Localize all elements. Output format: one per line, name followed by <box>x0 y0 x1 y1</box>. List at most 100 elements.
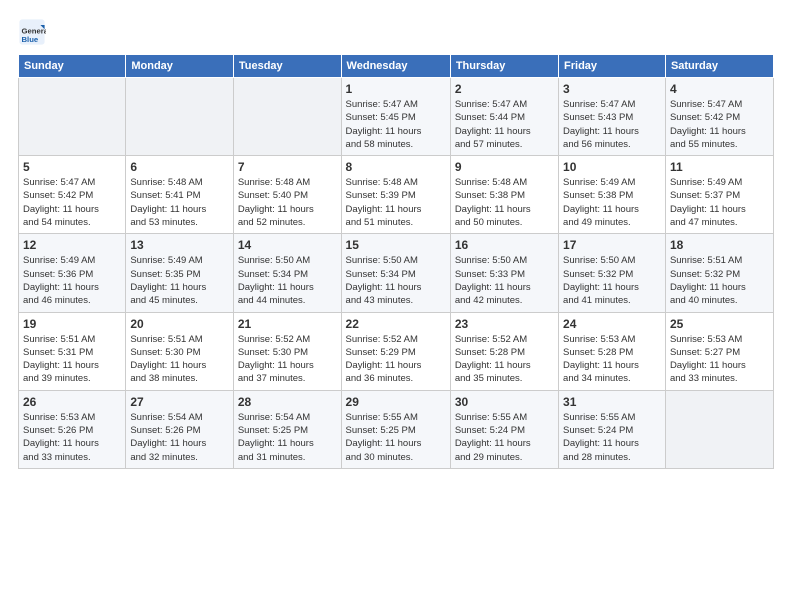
day-number: 9 <box>455 160 554 174</box>
day-number: 2 <box>455 82 554 96</box>
day-info: Sunrise: 5:54 AM Sunset: 5:26 PM Dayligh… <box>130 411 229 464</box>
day-number: 10 <box>563 160 661 174</box>
day-info: Sunrise: 5:52 AM Sunset: 5:29 PM Dayligh… <box>346 333 446 386</box>
day-cell: 30 Sunrise: 5:55 AM Sunset: 5:24 PM Dayli… <box>450 390 558 468</box>
day-number: 7 <box>238 160 337 174</box>
day-number: 13 <box>130 238 229 252</box>
day-number: 11 <box>670 160 769 174</box>
day-cell: 27 Sunrise: 5:54 AM Sunset: 5:26 PM Dayli… <box>126 390 234 468</box>
day-cell: 2 Sunrise: 5:47 AM Sunset: 5:44 PM Daylig… <box>450 78 558 156</box>
day-number: 18 <box>670 238 769 252</box>
week-row-4: 26 Sunrise: 5:53 AM Sunset: 5:26 PM Dayli… <box>19 390 774 468</box>
day-cell <box>19 78 126 156</box>
svg-text:General: General <box>22 26 47 35</box>
day-number: 30 <box>455 395 554 409</box>
day-info: Sunrise: 5:55 AM Sunset: 5:24 PM Dayligh… <box>563 411 661 464</box>
col-header-friday: Friday <box>559 55 666 78</box>
day-info: Sunrise: 5:51 AM Sunset: 5:31 PM Dayligh… <box>23 333 121 386</box>
day-info: Sunrise: 5:47 AM Sunset: 5:44 PM Dayligh… <box>455 98 554 151</box>
day-cell: 26 Sunrise: 5:53 AM Sunset: 5:26 PM Dayli… <box>19 390 126 468</box>
day-cell: 12Sunrise: 5:49 AM Sunset: 5:36 PM Dayli… <box>19 234 126 312</box>
day-number: 27 <box>130 395 229 409</box>
day-number: 5 <box>23 160 121 174</box>
day-number: 22 <box>346 317 446 331</box>
day-cell: 31 Sunrise: 5:55 AM Sunset: 5:24 PM Dayli… <box>559 390 666 468</box>
day-cell: 4 Sunrise: 5:47 AM Sunset: 5:42 PM Daylig… <box>665 78 773 156</box>
day-info: Sunrise: 5:47 AM Sunset: 5:43 PM Dayligh… <box>563 98 661 151</box>
day-info: Sunrise: 5:47 AM Sunset: 5:45 PM Dayligh… <box>346 98 446 151</box>
day-cell: 19 Sunrise: 5:51 AM Sunset: 5:31 PM Dayli… <box>19 312 126 390</box>
day-cell: 20 Sunrise: 5:51 AM Sunset: 5:30 PM Dayli… <box>126 312 234 390</box>
day-info: Sunrise: 5:48 AM Sunset: 5:41 PM Dayligh… <box>130 176 229 229</box>
day-cell: 29 Sunrise: 5:55 AM Sunset: 5:25 PM Dayli… <box>341 390 450 468</box>
day-number: 19 <box>23 317 121 331</box>
day-cell: 16Sunrise: 5:50 AM Sunset: 5:33 PM Dayli… <box>450 234 558 312</box>
day-cell: 23 Sunrise: 5:52 AM Sunset: 5:28 PM Dayli… <box>450 312 558 390</box>
day-info: Sunrise: 5:52 AM Sunset: 5:28 PM Dayligh… <box>455 333 554 386</box>
day-number: 15 <box>346 238 446 252</box>
day-number: 1 <box>346 82 446 96</box>
day-info: Sunrise: 5:53 AM Sunset: 5:28 PM Dayligh… <box>563 333 661 386</box>
day-cell: 1 Sunrise: 5:47 AM Sunset: 5:45 PM Daylig… <box>341 78 450 156</box>
day-number: 23 <box>455 317 554 331</box>
day-info: Sunrise: 5:51 AM Sunset: 5:32 PM Dayligh… <box>670 254 769 307</box>
day-info: Sunrise: 5:54 AM Sunset: 5:25 PM Dayligh… <box>238 411 337 464</box>
day-number: 6 <box>130 160 229 174</box>
day-number: 26 <box>23 395 121 409</box>
day-number: 20 <box>130 317 229 331</box>
day-number: 31 <box>563 395 661 409</box>
day-number: 21 <box>238 317 337 331</box>
day-cell: 10 Sunrise: 5:49 AM Sunset: 5:38 PM Dayli… <box>559 156 666 234</box>
header: General Blue <box>18 18 774 46</box>
day-info: Sunrise: 5:47 AM Sunset: 5:42 PM Dayligh… <box>670 98 769 151</box>
day-cell: 6 Sunrise: 5:48 AM Sunset: 5:41 PM Daylig… <box>126 156 234 234</box>
day-cell: 18 Sunrise: 5:51 AM Sunset: 5:32 PM Dayli… <box>665 234 773 312</box>
day-number: 4 <box>670 82 769 96</box>
col-header-thursday: Thursday <box>450 55 558 78</box>
week-row-2: 12Sunrise: 5:49 AM Sunset: 5:36 PM Dayli… <box>19 234 774 312</box>
day-info: Sunrise: 5:50 AM Sunset: 5:32 PM Dayligh… <box>563 254 661 307</box>
day-info: Sunrise: 5:48 AM Sunset: 5:39 PM Dayligh… <box>346 176 446 229</box>
week-row-0: 1 Sunrise: 5:47 AM Sunset: 5:45 PM Daylig… <box>19 78 774 156</box>
day-cell: 8 Sunrise: 5:48 AM Sunset: 5:39 PM Daylig… <box>341 156 450 234</box>
col-header-monday: Monday <box>126 55 234 78</box>
svg-text:Blue: Blue <box>22 35 39 44</box>
calendar-table: SundayMondayTuesdayWednesdayThursdayFrid… <box>18 54 774 469</box>
logo: General Blue <box>18 18 50 46</box>
day-number: 14 <box>238 238 337 252</box>
day-info: Sunrise: 5:55 AM Sunset: 5:25 PM Dayligh… <box>346 411 446 464</box>
page: General Blue SundayMondayTuesdayWednesda… <box>0 0 792 612</box>
day-number: 3 <box>563 82 661 96</box>
day-cell: 25Sunrise: 5:53 AM Sunset: 5:27 PM Dayli… <box>665 312 773 390</box>
day-info: Sunrise: 5:53 AM Sunset: 5:26 PM Dayligh… <box>23 411 121 464</box>
day-cell: 24 Sunrise: 5:53 AM Sunset: 5:28 PM Dayli… <box>559 312 666 390</box>
day-cell <box>665 390 773 468</box>
day-cell: 9 Sunrise: 5:48 AM Sunset: 5:38 PM Daylig… <box>450 156 558 234</box>
day-info: Sunrise: 5:50 AM Sunset: 5:34 PM Dayligh… <box>346 254 446 307</box>
day-info: Sunrise: 5:49 AM Sunset: 5:37 PM Dayligh… <box>670 176 769 229</box>
day-cell: 22 Sunrise: 5:52 AM Sunset: 5:29 PM Dayli… <box>341 312 450 390</box>
day-info: Sunrise: 5:47 AM Sunset: 5:42 PM Dayligh… <box>23 176 121 229</box>
day-info: Sunrise: 5:48 AM Sunset: 5:40 PM Dayligh… <box>238 176 337 229</box>
day-number: 12 <box>23 238 121 252</box>
day-info: Sunrise: 5:51 AM Sunset: 5:30 PM Dayligh… <box>130 333 229 386</box>
day-info: Sunrise: 5:48 AM Sunset: 5:38 PM Dayligh… <box>455 176 554 229</box>
col-header-tuesday: Tuesday <box>233 55 341 78</box>
day-number: 24 <box>563 317 661 331</box>
day-cell <box>126 78 234 156</box>
day-number: 29 <box>346 395 446 409</box>
day-cell: 3 Sunrise: 5:47 AM Sunset: 5:43 PM Daylig… <box>559 78 666 156</box>
logo-icon: General Blue <box>18 18 46 46</box>
day-cell <box>233 78 341 156</box>
day-info: Sunrise: 5:55 AM Sunset: 5:24 PM Dayligh… <box>455 411 554 464</box>
day-number: 17 <box>563 238 661 252</box>
day-number: 8 <box>346 160 446 174</box>
day-cell: 11 Sunrise: 5:49 AM Sunset: 5:37 PM Dayli… <box>665 156 773 234</box>
calendar-header-row: SundayMondayTuesdayWednesdayThursdayFrid… <box>19 55 774 78</box>
day-cell: 17 Sunrise: 5:50 AM Sunset: 5:32 PM Dayli… <box>559 234 666 312</box>
col-header-saturday: Saturday <box>665 55 773 78</box>
day-info: Sunrise: 5:50 AM Sunset: 5:34 PM Dayligh… <box>238 254 337 307</box>
day-info: Sunrise: 5:52 AM Sunset: 5:30 PM Dayligh… <box>238 333 337 386</box>
day-info: Sunrise: 5:49 AM Sunset: 5:38 PM Dayligh… <box>563 176 661 229</box>
day-info: Sunrise: 5:53 AM Sunset: 5:27 PM Dayligh… <box>670 333 769 386</box>
